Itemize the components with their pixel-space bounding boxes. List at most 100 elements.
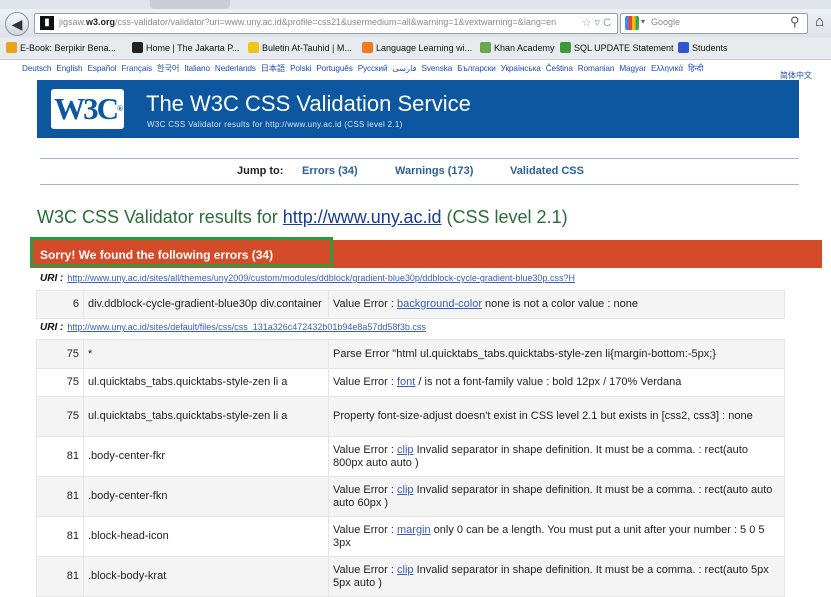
lang-link[interactable]: Deutsch [22,64,51,73]
property-link[interactable]: clip [397,564,414,576]
message-text: Value Error : [333,483,397,496]
bookmark-students[interactable]: Students [678,42,728,53]
lang-link[interactable]: Українська [501,64,541,73]
property-link[interactable]: clip [397,484,414,496]
lang-link[interactable]: Русский [358,64,388,73]
bookmark-label: SQL UPDATE Statement [574,43,674,53]
table-row: 75 ul.quicktabs_tabs.quicktabs-style-zen… [36,368,785,397]
bookmark-icon [678,42,689,53]
search-placeholder: Google [651,17,681,27]
line-number: 81 [36,436,84,477]
bookmark-sql[interactable]: SQL UPDATE Statement [560,42,674,53]
table-row: 75 ul.quicktabs_tabs.quicktabs-style-zen… [36,396,785,437]
bookmark-icon [480,42,491,53]
message-text: Value Error : [333,298,397,310]
page-title: The W3C CSS Validation Service [146,91,471,116]
message-text: Value Error : [333,376,397,388]
bookmark-label: Language Learning wi... [376,43,473,53]
w3c-banner: W3C® The W3C CSS Validation Service W3C … [37,80,799,138]
lang-link[interactable]: Português [316,64,353,73]
dropdown-arrow-icon[interactable]: ▿ [594,17,600,29]
bookmark-khan[interactable]: Khan Academy [480,42,555,53]
lang-link[interactable]: Ελληνικά [651,64,683,73]
jump-warnings-link[interactable]: Warnings (173) [395,165,473,177]
lang-link[interactable]: Български [457,64,496,73]
uri-row-1: URI : http://www.uny.ac.id/sites/all/them… [40,273,575,284]
message-text: Value Error : [333,443,397,456]
bookmark-language[interactable]: Language Learning wi... [362,42,472,53]
bookmark-jakarta[interactable]: Home | The Jakarta P... [132,42,240,53]
lang-link[interactable]: Español [88,64,117,73]
bookmark-icon [362,42,373,53]
line-number: 75 [36,368,84,397]
table-row: 81 .body-center-fkr Value Error : clip I… [36,436,785,477]
error-context: ul.quicktabs_tabs.quicktabs-style-zen li… [83,396,329,437]
error-context: * [83,339,329,369]
window-top-edge [0,0,831,9]
lang-link[interactable]: हिन्दी [688,64,703,73]
property-link[interactable]: clip [397,444,414,456]
lang-link[interactable]: Svenska [421,64,452,73]
bookmark-label: Khan Academy [494,43,555,53]
back-arrow-icon: ◀ [11,16,23,32]
lang-link[interactable]: Polski [290,64,311,73]
error-message: Value Error : clip Invalid separator in … [328,556,785,597]
lang-link[interactable]: Italiano [184,64,210,73]
jump-label: Jump to: [237,165,284,177]
search-box[interactable]: ▾ Google [620,13,808,34]
w3c-logo[interactable]: W3C® [51,89,124,129]
error-context: .block-head-icon [83,516,329,557]
bookmark-icon [6,42,17,53]
lang-link[interactable]: English [56,64,82,73]
lang-link[interactable]: 한국어 [157,64,179,73]
message-text: none is not a color value : none [482,298,638,310]
address-bar[interactable]: ▮ jigsaw.w3.org/css-validator/validator?… [34,13,618,34]
property-link[interactable]: margin [397,524,431,536]
lang-link[interactable]: Nederlands [215,64,256,73]
lang-link[interactable]: 日本語 [261,64,285,73]
back-button[interactable]: ◀ [5,12,29,36]
bookmark-label: Home | The Jakarta P... [146,43,240,53]
uri-link[interactable]: http://www.uny.ac.id/sites/all/themes/un… [67,273,575,283]
uri-row-2: URI : http://www.uny.ac.id/sites/default/… [40,322,426,333]
lang-link[interactable]: Magyar [619,64,646,73]
error-message: Property font-size-adjust doesn't exist … [328,396,785,437]
logo-text: W3C [54,91,119,126]
property-link[interactable]: background-color [397,298,482,310]
reload-icon[interactable]: C [603,17,611,29]
message-text: / is not a font-family value : bold 12px… [415,376,682,388]
language-links: Deutsch English Español Français 한국어 Italiano… [22,62,812,74]
line-number: 81 [36,516,84,557]
bookmark-label: E-Book: Berpikir Bena... [20,43,117,53]
bookmark-icon [132,42,143,53]
line-number: 81 [36,556,84,597]
message-text: Property font-size-adjust doesn't exist … [333,410,753,422]
google-icon[interactable] [625,16,639,30]
property-link[interactable]: font [397,376,415,388]
search-engine-dropdown-icon[interactable]: ▾ [641,17,645,26]
url-prefix: jigsaw. [59,17,87,27]
line-number: 6 [36,290,84,319]
uri-link[interactable]: http://www.uny.ac.id/sites/default/files… [67,322,426,332]
bookmark-star-icon[interactable]: ☆ [582,17,592,29]
jump-validated-link[interactable]: Validated CSS [510,165,584,177]
results-site-link[interactable]: http://www.uny.ac.id [283,207,442,227]
home-icon[interactable]: ⌂ [815,13,824,30]
jump-navigation: Jump to: Errors (34) Warnings (173) Vali… [40,158,799,185]
tab-strip[interactable] [150,0,230,9]
site-identity-icon[interactable]: ▮ [40,16,54,30]
lang-link[interactable]: Čeština [546,64,573,73]
jump-errors-link[interactable]: Errors (34) [302,165,358,177]
bookmark-ebook[interactable]: E-Book: Berpikir Bena... [6,42,116,53]
uri-label: URI : [40,273,64,284]
error-context: div.ddblock-cycle-gradient-blue30p div.c… [83,290,329,319]
lang-link[interactable]: فارسی [392,64,416,73]
error-message: Value Error : background-color none is n… [328,290,785,319]
results-heading-prefix: W3C CSS Validator results for [37,207,278,227]
bookmark-icon [560,42,571,53]
error-context: .block-body-krat [83,556,329,597]
search-icon[interactable]: ⚲ [790,14,800,30]
bookmark-buletin[interactable]: Buletin At-Tauhid | M... [248,42,352,53]
lang-link[interactable]: Français [121,64,152,73]
lang-link[interactable]: Romanian [578,64,615,73]
